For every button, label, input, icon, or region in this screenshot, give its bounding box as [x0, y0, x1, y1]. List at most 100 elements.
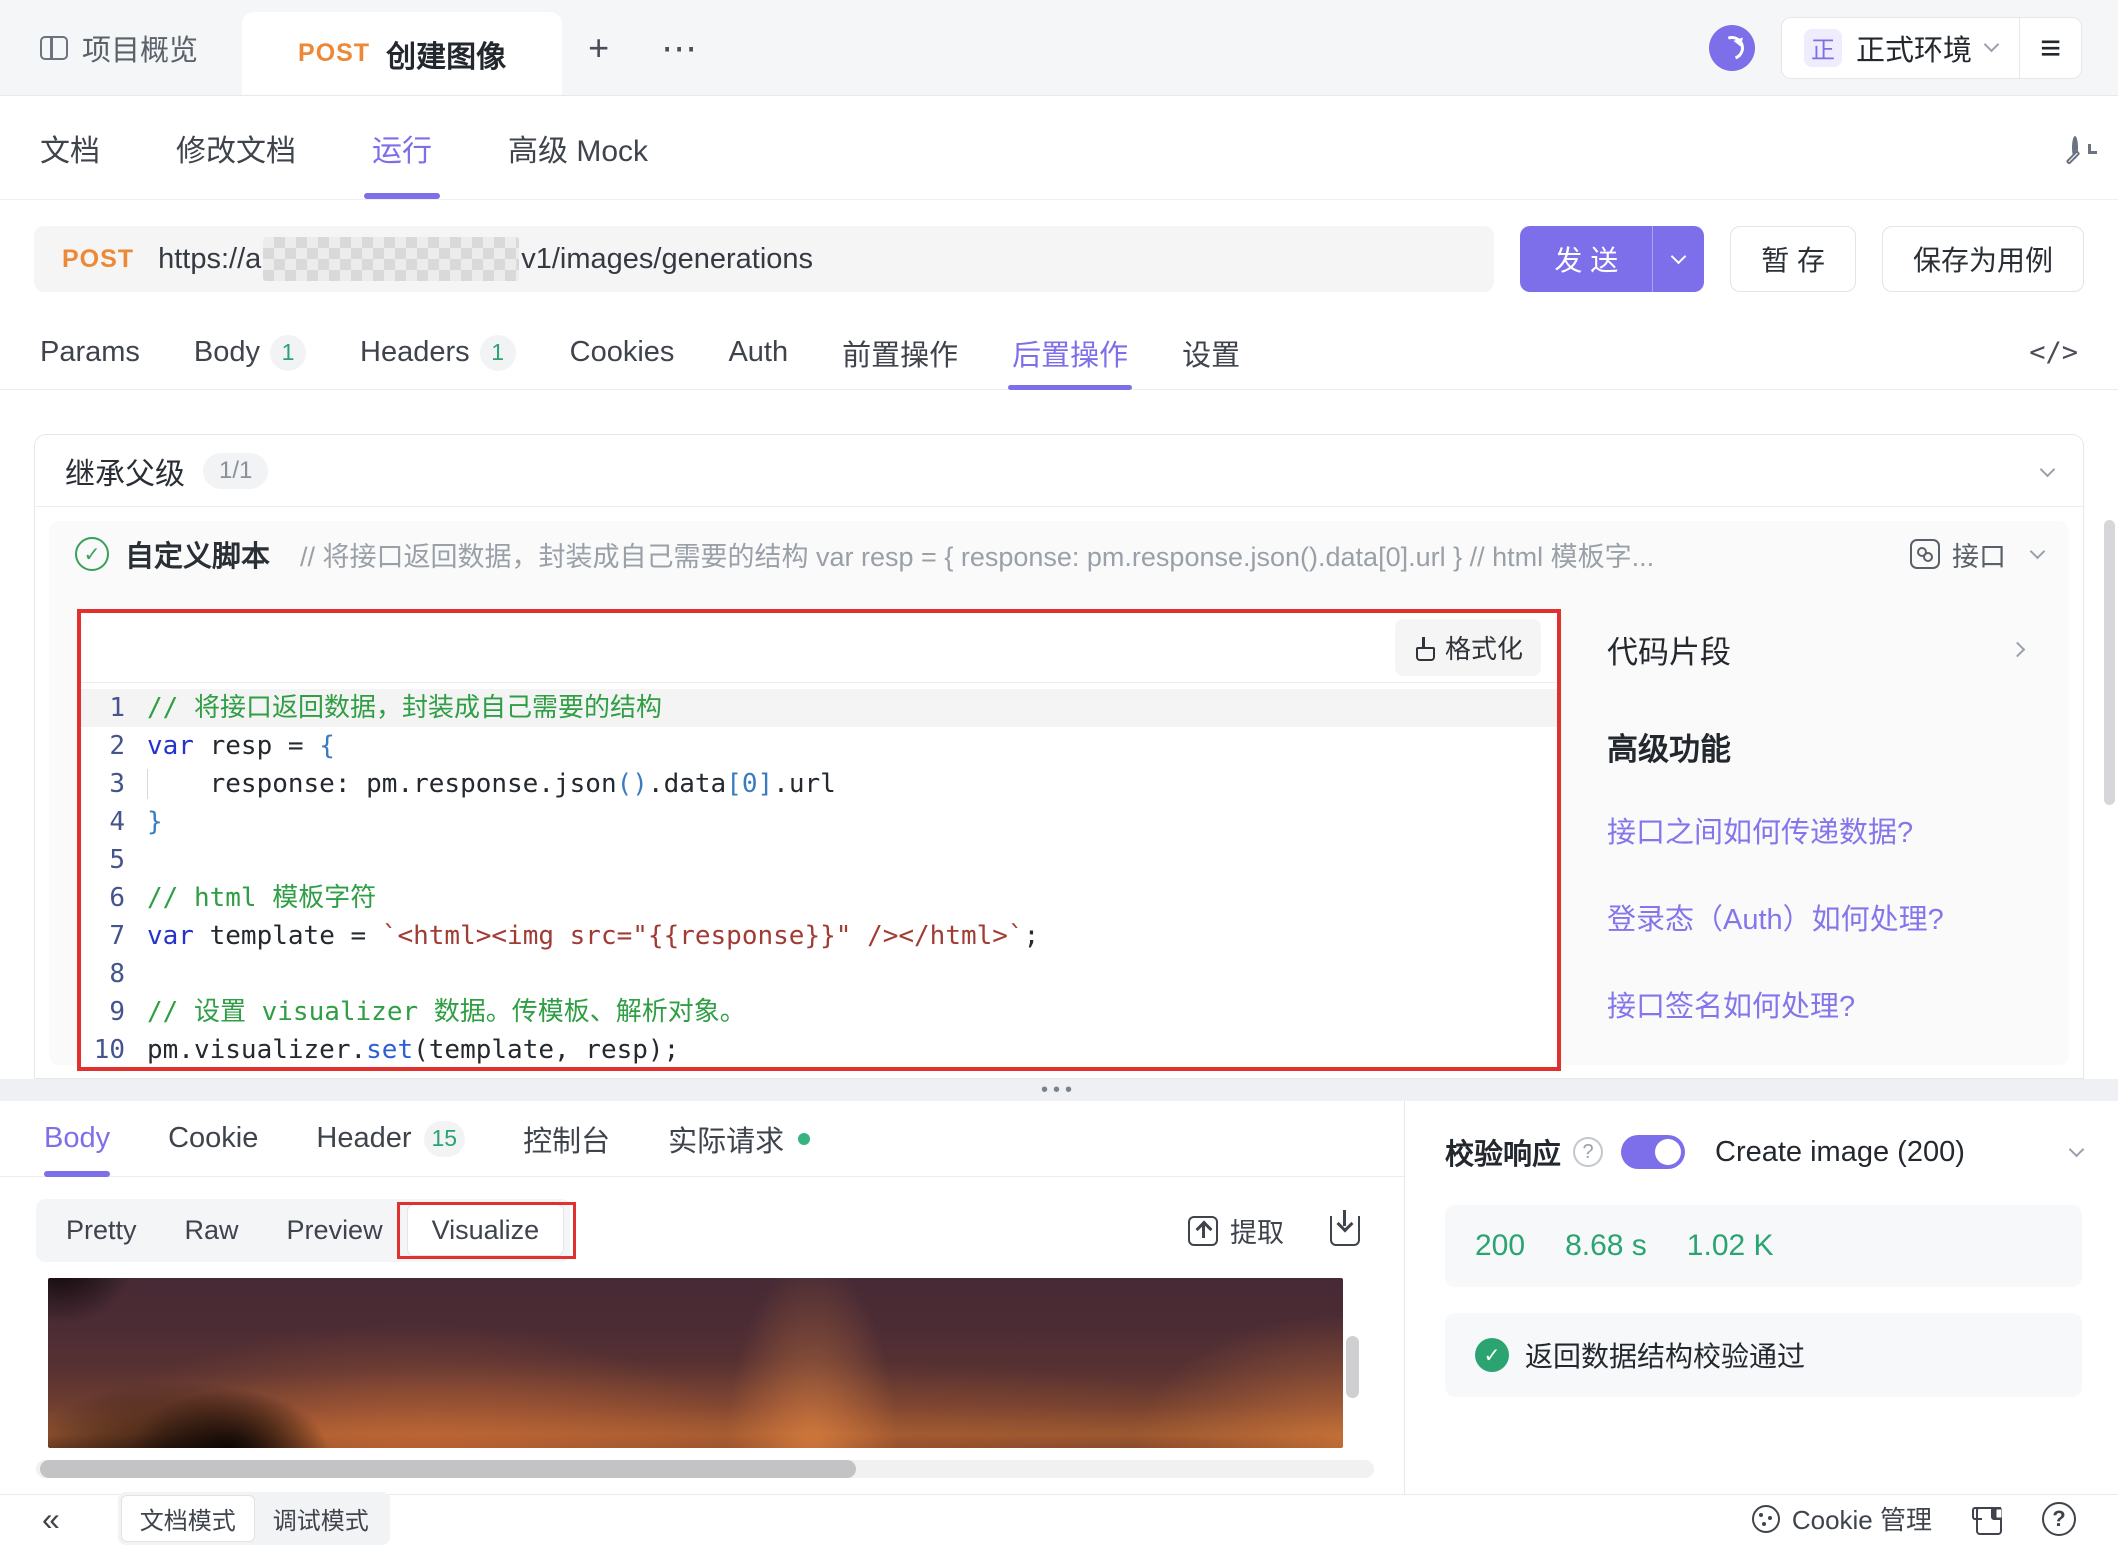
cookie-manage-button[interactable]: Cookie 管理	[1752, 1500, 1932, 1537]
inherit-parent-row[interactable]: 继承父级 1/1	[35, 435, 2083, 507]
help-link-signature[interactable]: 接口签名如何处理?	[1607, 985, 2023, 1030]
tab-body[interactable]: Body1	[194, 316, 306, 389]
tab-pre-request[interactable]: 前置操作	[842, 316, 958, 389]
tab-cookies[interactable]: Cookies	[570, 316, 675, 389]
code-line[interactable]: 7var template = `<html><img src="{{respo…	[81, 917, 1557, 955]
vertical-scrollbar-thumb[interactable]	[1346, 1336, 1359, 1398]
chevron-right-icon	[2010, 642, 2026, 658]
debug-mode-button[interactable]: 调试模式	[255, 1496, 387, 1541]
chevron-down-icon[interactable]	[2030, 543, 2046, 559]
help-link-auth[interactable]: 登录态（Auth）如何处理?	[1607, 898, 2023, 943]
status-bar: « 文档模式 调试模式 Cookie 管理 ?	[0, 1494, 2118, 1542]
tab-run[interactable]: 运行	[372, 96, 432, 199]
code-line[interactable]: 8	[81, 955, 1557, 993]
project-overview-tab[interactable]: 项目概览	[0, 0, 242, 95]
inherit-count-badge: 1/1	[203, 453, 268, 489]
request-tab-active[interactable]: POST 创建图像	[242, 12, 562, 95]
help-link-pass-data[interactable]: 接口之间如何传递数据?	[1607, 811, 2023, 856]
sync-button[interactable]	[1709, 25, 1755, 71]
collapse-chevron[interactable]	[2042, 462, 2053, 480]
add-tab-button[interactable]: +	[562, 0, 635, 95]
visualized-image-preview[interactable]	[48, 1278, 1343, 1448]
tab-params[interactable]: Params	[40, 316, 140, 389]
tab-post-response[interactable]: 后置操作	[1012, 316, 1128, 389]
doc-mode-button[interactable]: 文档模式	[121, 1495, 255, 1542]
line-code: response: pm.response.json().data[0].url	[147, 765, 1557, 803]
tab-console[interactable]: 控制台	[523, 1101, 610, 1176]
url-input[interactable]: POST https://av1/images/generations	[34, 226, 1494, 292]
chevron-down-icon	[1984, 37, 2000, 53]
line-number: 10	[81, 1031, 147, 1067]
view-raw[interactable]: Raw	[161, 1205, 263, 1256]
validate-response-label: 校验响应	[1445, 1131, 1561, 1173]
more-tabs-button[interactable]: ⋯	[635, 0, 723, 95]
green-dot-indicator	[798, 1133, 810, 1145]
line-number: 1	[81, 689, 147, 727]
custom-script-header[interactable]: ✓ 自定义脚本 // 将接口返回数据，封装成自己需要的结构 var resp =…	[49, 521, 2069, 587]
theme-icon[interactable]	[1972, 1505, 2002, 1533]
horizontal-scrollbar[interactable]	[36, 1460, 1374, 1478]
tab-headers[interactable]: Headers1	[360, 316, 516, 389]
code-line[interactable]: 2var resp = {	[81, 727, 1557, 765]
extract-button[interactable]: 提取	[1188, 1211, 1284, 1250]
scope-selector[interactable]: 接口	[1910, 535, 2006, 574]
code-line[interactable]: 4}	[81, 803, 1557, 841]
validate-toggle[interactable]	[1621, 1135, 1685, 1169]
code-line[interactable]: 5	[81, 841, 1557, 879]
menu-button[interactable]: ≡	[2020, 27, 2081, 69]
cookie-icon	[1752, 1505, 1780, 1533]
code-snippets-row[interactable]: 代码片段	[1607, 627, 2023, 672]
panel-resize-handle[interactable]: •••	[0, 1079, 2118, 1101]
tab-advanced-mock[interactable]: 高级 Mock	[508, 96, 648, 199]
response-left-pane: Body Cookie Header15 控制台 实际请求 Pretty Raw…	[0, 1101, 1405, 1494]
collapse-sidebar-button[interactable]: «	[42, 1503, 60, 1535]
download-icon[interactable]	[1330, 1216, 1360, 1246]
project-overview-icon	[40, 36, 68, 60]
script-code-editor[interactable]: 格式化 1// 将接口返回数据，封装成自己需要的结构2var resp = {3…	[77, 609, 1561, 1071]
chevron-down-icon[interactable]	[2069, 1141, 2085, 1157]
doc-nav-tabs: 文档 修改文档 运行 高级 Mock	[0, 96, 2118, 200]
tab-actual-request[interactable]: 实际请求	[668, 1101, 810, 1176]
help-circle-icon[interactable]: ?	[2042, 1502, 2076, 1536]
code-line[interactable]: 6// html 模板字符	[81, 879, 1557, 917]
send-options-button[interactable]	[1652, 226, 1704, 292]
code-line[interactable]: 1// 将接口返回数据，封装成自己需要的结构	[81, 689, 1557, 727]
tab-edit-docs[interactable]: 修改文档	[176, 96, 296, 199]
tab-auth[interactable]: Auth	[728, 316, 788, 389]
validation-passed-text: 返回数据结构校验通过	[1525, 1335, 1805, 1375]
environment-badge: 正	[1804, 29, 1842, 67]
tab-docs[interactable]: 文档	[40, 96, 100, 199]
history-button[interactable]	[2072, 139, 2078, 157]
code-lines[interactable]: 1// 将接口返回数据，封装成自己需要的结构2var resp = {3 res…	[81, 683, 1557, 1067]
save-as-case-button[interactable]: 保存为用例	[1882, 226, 2084, 292]
help-icon[interactable]: ?	[1573, 1137, 1603, 1167]
tab-response-body[interactable]: Body	[44, 1101, 110, 1176]
help-link-other-languages[interactable]: 如何调用其他语言 (java、python、php 等)?	[1607, 1072, 2023, 1079]
response-section: Body Cookie Header15 控制台 实际请求 Pretty Raw…	[0, 1101, 2118, 1494]
window-scrollbar-thumb[interactable]	[2104, 520, 2115, 805]
line-code	[147, 841, 1557, 879]
tab-response-cookie[interactable]: Cookie	[168, 1101, 258, 1176]
view-pretty[interactable]: Pretty	[42, 1205, 161, 1256]
tab-response-header[interactable]: Header15	[316, 1101, 465, 1176]
horizontal-scrollbar-thumb[interactable]	[40, 1460, 856, 1478]
case-name: Create image (200)	[1715, 1136, 1965, 1169]
view-preview[interactable]: Preview	[263, 1205, 407, 1256]
tab-settings[interactable]: 设置	[1182, 316, 1240, 389]
chevron-down-icon	[1671, 248, 1687, 264]
stash-button[interactable]: 暂 存	[1730, 226, 1856, 292]
code-line[interactable]: 10pm.visualizer.set(template, resp);	[81, 1031, 1557, 1067]
code-line[interactable]: 9// 设置 visualizer 数据。传模板、解析对象。	[81, 993, 1557, 1031]
code-line[interactable]: 3 response: pm.response.json().data[0].u…	[81, 765, 1557, 803]
environment-control: 正 正式环境 ≡	[1781, 17, 2082, 79]
request-config-tabs: Params Body1 Headers1 Cookies Auth 前置操作 …	[0, 316, 2118, 390]
code-view-icon[interactable]: </>	[2029, 337, 2078, 368]
view-visualize[interactable]: Visualize	[407, 1204, 565, 1256]
scope-icon	[1910, 539, 1940, 569]
redacted-url-segment	[263, 237, 519, 281]
send-label: 发 送	[1520, 239, 1652, 279]
send-button[interactable]: 发 送	[1520, 226, 1704, 292]
body-count-badge: 1	[270, 335, 306, 371]
format-button[interactable]: 格式化	[1395, 619, 1541, 676]
environment-selector[interactable]: 正 正式环境	[1782, 27, 2019, 69]
